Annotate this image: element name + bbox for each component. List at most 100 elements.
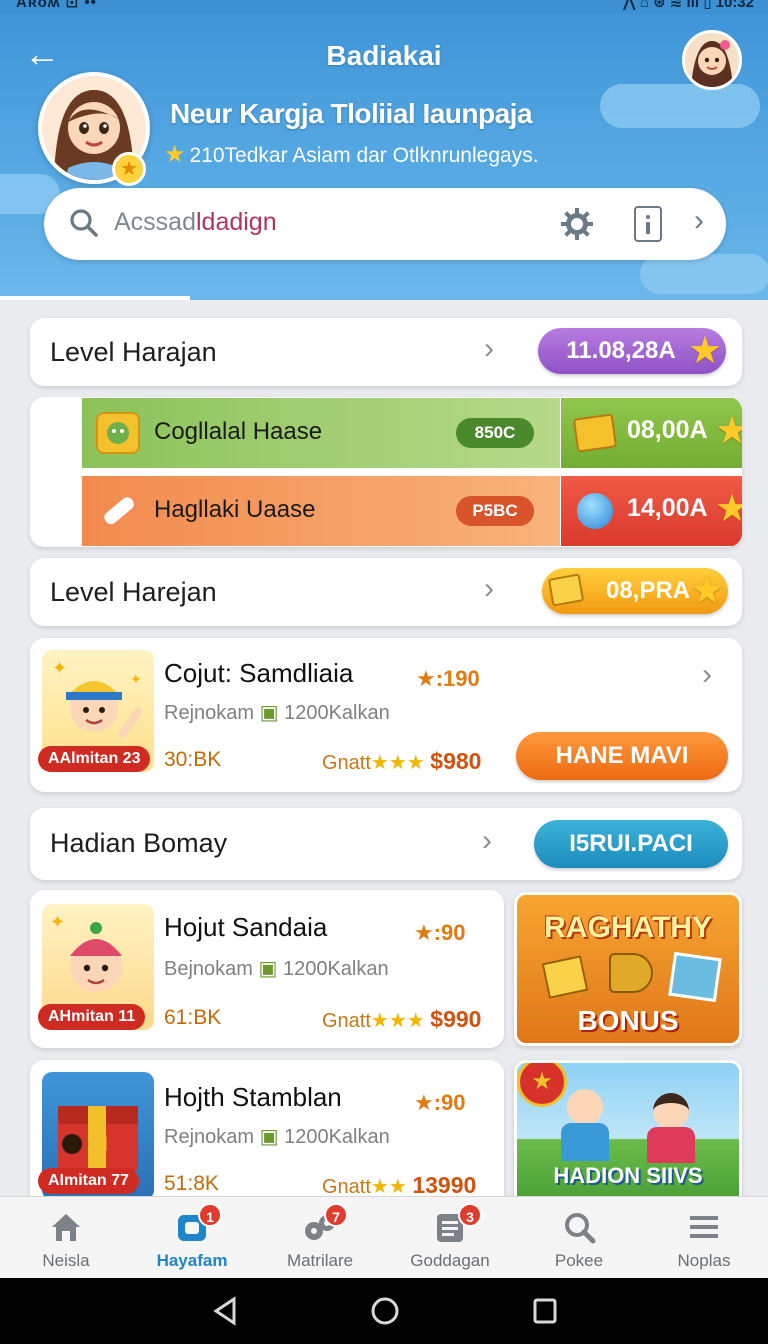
menu-icon [690, 1216, 718, 1238]
gift-icon: ▣ [258, 958, 278, 980]
nav-noplas[interactable]: Noplas [640, 1197, 768, 1279]
level-row[interactable]: Level Harejan › 08,PRA ★ [30, 558, 742, 626]
nav-hayafam[interactable]: 1 Hayafam [128, 1197, 256, 1279]
game-title: Cojut: Samdliaia [164, 658, 354, 688]
hadian-button[interactable]: I5RUI.PACI [534, 820, 728, 868]
search-icon [565, 1213, 596, 1244]
level-row[interactable]: Level Harajan › 11.08,28A ★ [30, 318, 742, 386]
profile-name: Neur Kargja Tloliial Iaunpaja [170, 98, 533, 129]
hadion-label: HADION SIIVS [553, 1163, 703, 1188]
chevron-right-icon[interactable]: › [702, 658, 712, 692]
tab-indicator [0, 296, 190, 300]
level-badge: AAlmitan 23 [38, 746, 151, 772]
notification-badge: 7 [324, 1203, 348, 1227]
status-right: ⋀ ⌂ ⊛ ≋ ıll ▯ 10:32 [623, 0, 754, 11]
quest-row-green[interactable]: Cogllalal Haase 850C [82, 398, 560, 468]
status-left: Aʀoʍ ⊡ •• [16, 0, 97, 11]
girl-body [647, 1127, 695, 1163]
user-avatar[interactable] [682, 30, 742, 90]
hadian-row[interactable]: Hadian Bomay › I5RUI.PACI [30, 808, 742, 880]
level-title: Level Harejan [50, 577, 217, 607]
hadian-title: Hadian Bomay [50, 828, 228, 858]
game-score: 30:BK [164, 748, 222, 771]
game-title: Hojth Stamblan [164, 1082, 342, 1112]
star-icon: ★ [690, 570, 725, 612]
game-score: 51:8K [164, 1172, 219, 1195]
svg-text:✦: ✦ [52, 658, 67, 678]
coupon-icon [541, 955, 589, 999]
quest-reward-red[interactable]: 14,00A ★ [561, 476, 742, 546]
hadion-tile[interactable]: ★ HADION SIIVS [514, 1060, 742, 1200]
game-grant: Gnatt★★★ $990 [322, 1006, 482, 1032]
recents-icon[interactable] [532, 1296, 558, 1326]
status-bar: Aʀoʍ ⊡ •• ⋀ ⌂ ⊛ ≋ ıll ▯ 10:32 [0, 0, 768, 14]
game-card[interactable]: ☐ AImitan 77 Hojth Stamblan ★:90 Rejnoka… [30, 1060, 504, 1200]
system-nav-bar [0, 1278, 768, 1344]
search-input[interactable]: Acssadldadign [114, 208, 277, 237]
nav-home[interactable]: Neisla [2, 1197, 130, 1279]
bonus-tile[interactable]: RAGHATHY BONUS [514, 892, 742, 1046]
bottom-nav: Neisla 1 Hayafam 7 Matrilare 3 Goddagan … [0, 1196, 768, 1278]
star-icon: ★ [688, 330, 723, 372]
nav-label: Pokee [554, 1251, 604, 1270]
quest-tag: P5BC [456, 496, 534, 526]
bonus-title: RAGHATHY [544, 911, 712, 944]
game-meta: Rejnokam ▣ 1200Kalkan [164, 1126, 390, 1148]
girl-figure-icon [653, 1093, 689, 1129]
svg-text:✦: ✦ [130, 671, 142, 687]
home-circle-icon[interactable] [370, 1296, 400, 1326]
app-title: Badiakai [326, 40, 442, 71]
chevron-right-icon: › [484, 572, 494, 605]
gift-icon: ▣ [259, 1126, 279, 1148]
game-grant: Gnatt★★★ $980 [322, 748, 482, 774]
kid-body [561, 1123, 609, 1161]
kid-figure-icon [567, 1089, 603, 1125]
game-rating: ★:90 [414, 1090, 466, 1115]
level-title: Level Harajan [50, 337, 217, 367]
notification-badge: 1 [198, 1203, 222, 1227]
photo-icon [668, 951, 722, 1003]
quest-card: Cogllalal Haase 850C 08,00A ★ Hagllaki U… [30, 397, 742, 547]
chat-icon [96, 412, 140, 454]
nav-goddagan[interactable]: 3 Goddagan [386, 1197, 514, 1279]
chevron-right-icon: › [482, 824, 492, 857]
chevron-right-icon: › [484, 332, 494, 365]
star-badge-icon: ★ [112, 152, 146, 186]
game-rating: ★:90 [414, 920, 466, 945]
coupon-icon [547, 573, 585, 607]
medal-icon: ★ [517, 1063, 567, 1107]
nav-label: Neisla [42, 1251, 90, 1270]
nav-label: Matrilare [286, 1251, 354, 1270]
svg-text:✦: ✦ [50, 912, 65, 932]
quest-title: Cogllalal Haase [154, 418, 323, 445]
nav-matrilare[interactable]: 7 Matrilare [256, 1197, 384, 1279]
nav-label: Goddagan [410, 1251, 490, 1270]
svg-text:☐: ☐ [92, 1134, 108, 1154]
star-icon: ★ [164, 141, 186, 168]
quest-reward-green[interactable]: 08,00A ★ [561, 398, 742, 468]
notification-badge: 3 [458, 1203, 482, 1227]
quest-title: Hagllaki Uaase [154, 496, 316, 523]
star-icon: ★ [715, 488, 742, 530]
chevron-right-icon[interactable]: › [694, 204, 704, 238]
game-meta: Rejnokam ▣ 1200Kalkan [164, 702, 390, 724]
quest-row-orange[interactable]: Hagllaki Uaase P5BC [82, 476, 560, 546]
play-button[interactable]: HANE MAVI [516, 732, 728, 780]
game-card[interactable]: ✦ AHmitan 11 Hojut Sandaia ★:90 Bejnokam… [30, 890, 504, 1048]
search-icon [70, 209, 98, 237]
gear-icon[interactable] [559, 206, 595, 242]
bandage-icon [96, 490, 140, 532]
quest-reward-value: 14,00A [627, 494, 708, 522]
game-title: Hojut Sandaia [164, 912, 328, 942]
coupon-icon [572, 413, 618, 453]
info-icon[interactable] [634, 206, 662, 242]
nav-pokee[interactable]: Pokee [515, 1197, 643, 1279]
game-card[interactable]: ✦ ✦ AAlmitan 23 Cojut: Samdliaia ★:190 › … [30, 638, 742, 792]
search-bar[interactable]: Acssadldadign › [44, 188, 726, 260]
profile-subtitle: ★ 210Tedkar Asiam dar Otlknrunlegays. [164, 141, 539, 168]
profile-header: ← Badiakai ★ Neur Kargja Tloliial Iaunpa… [0, 14, 768, 300]
back-icon[interactable] [212, 1296, 238, 1326]
quest-tag: 850C [456, 418, 534, 448]
quest-reward-value: 08,00A [627, 416, 708, 444]
level-badge: AHmitan 11 [38, 1004, 146, 1030]
